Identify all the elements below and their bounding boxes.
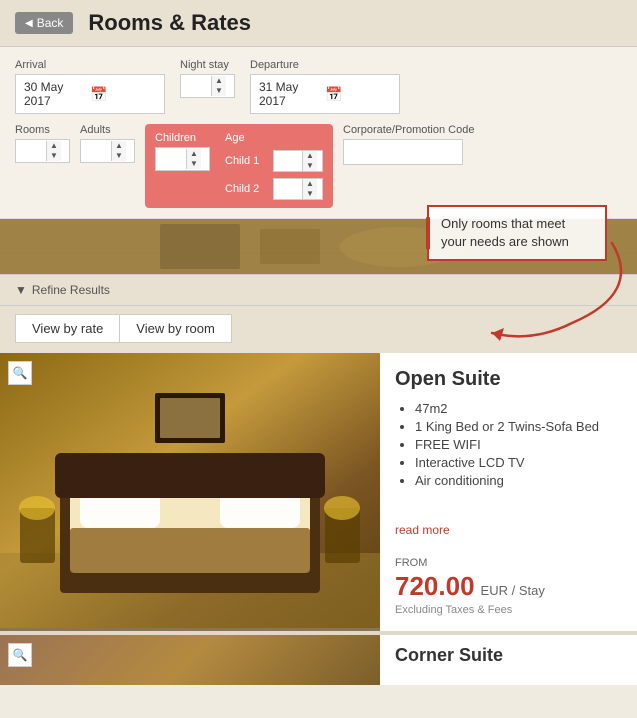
arrival-group: Arrival 30 May 2017 📅 [15, 59, 165, 114]
adults-down[interactable]: ▼ [112, 151, 126, 161]
arrival-value: 30 May 2017 [24, 80, 90, 108]
departure-value: 31 May 2017 [259, 80, 325, 108]
arrival-input[interactable]: 30 May 2017 📅 [15, 74, 165, 114]
rooms-section: 🔍 Open Suite 47m2 1 King Bed or 2 Twins-… [0, 353, 637, 685]
night-stay-arrows: ▲ ▼ [211, 76, 226, 96]
child1-age-input[interactable]: 10 [274, 151, 302, 171]
corner-suite-zoom-icon[interactable]: 🔍 [8, 643, 32, 667]
children-down[interactable]: ▼ [187, 159, 201, 169]
open-suite-info: Open Suite 47m2 1 King Bed or 2 Twins-So… [380, 353, 637, 631]
rooms-up[interactable]: ▲ [47, 141, 61, 151]
child2-age-spinner[interactable]: 4 ▲ ▼ [273, 178, 323, 200]
view-by-rate-button[interactable]: View by rate [15, 314, 119, 343]
corner-suite-info: Corner Suite [380, 635, 637, 685]
adults-input[interactable]: 2 [81, 140, 111, 162]
child2-age-input[interactable]: 4 [274, 179, 302, 199]
rooms-group: Rooms 1 ▲ ▼ [15, 124, 70, 163]
room-card-corner-suite: 🔍 Corner Suite [0, 634, 637, 685]
adults-arrows: ▲ ▼ [111, 141, 126, 161]
form-row-dates: Arrival 30 May 2017 📅 Night stay 1 ▲ ▼ D… [15, 59, 622, 114]
adults-spinner[interactable]: 2 ▲ ▼ [80, 139, 135, 163]
view-buttons-bar: View by rate View by room [0, 306, 637, 353]
header: Back Rooms & Rates [0, 0, 637, 47]
rooms-arrows: ▲ ▼ [46, 141, 61, 161]
child1-age-spinner[interactable]: 10 ▲ ▼ [273, 150, 323, 172]
open-suite-image-container: 🔍 [0, 353, 380, 631]
age-label: Age [225, 132, 323, 144]
night-stay-input[interactable]: 1 [181, 75, 211, 97]
rooms-label: Rooms [15, 124, 70, 136]
tooltip-box: Only rooms that meet your needs are show… [427, 205, 607, 261]
child1-label: Child 1 [225, 155, 265, 167]
refine-icon: ▼ [15, 283, 27, 297]
child1-age-down[interactable]: ▼ [303, 161, 317, 171]
rooms-input[interactable]: 1 [16, 140, 46, 162]
page-title: Rooms & Rates [88, 10, 251, 36]
night-stay-up[interactable]: ▲ [212, 76, 226, 86]
refine-section[interactable]: ▼ Refine Results [0, 274, 637, 306]
open-suite-name: Open Suite [395, 368, 622, 391]
child1-row: Child 1 10 ▲ ▼ [225, 150, 323, 172]
open-suite-pricing: FROM 720.00 EUR / Stay Excluding Taxes &… [395, 557, 622, 616]
child2-age-down[interactable]: ▼ [303, 189, 317, 199]
feature-tv: Interactive LCD TV [415, 455, 622, 470]
promo-group: Corporate/Promotion Code [343, 124, 622, 165]
room-card-open-suite: 🔍 Open Suite 47m2 1 King Bed or 2 Twins-… [0, 353, 637, 634]
feature-ac: Air conditioning [415, 473, 622, 488]
child2-age-up[interactable]: ▲ [303, 179, 317, 189]
view-by-room-button[interactable]: View by room [119, 314, 232, 343]
child2-label: Child 2 [225, 183, 265, 195]
children-arrows: ▲ ▼ [186, 149, 201, 169]
tooltip-text: Only rooms that meet your needs are show… [441, 216, 569, 249]
children-input[interactable]: 2 [156, 148, 186, 170]
child1-arrows: ▲ ▼ [302, 151, 317, 171]
child1-age-up[interactable]: ▲ [303, 151, 317, 161]
price-note: Excluding Taxes & Fees [395, 604, 622, 616]
calendar-icon: 📅 [90, 86, 156, 103]
promo-input[interactable] [343, 139, 463, 165]
departure-group: Departure 31 May 2017 📅 [250, 59, 622, 114]
open-suite-image-svg [0, 353, 380, 628]
adults-group: Adults 2 ▲ ▼ [80, 124, 135, 163]
child-ages-section: Age Child 1 10 ▲ ▼ [225, 132, 323, 200]
departure-input[interactable]: 31 May 2017 📅 [250, 74, 400, 114]
from-label: FROM [395, 557, 622, 569]
feature-bed: 1 King Bed or 2 Twins-Sofa Bed [415, 419, 622, 434]
back-button[interactable]: Back [15, 12, 73, 34]
open-suite-read-more[interactable]: read more [395, 523, 622, 537]
children-count-group: Children 2 ▲ ▼ [155, 132, 210, 200]
night-stay-spinner[interactable]: 1 ▲ ▼ [180, 74, 235, 98]
feature-wifi: FREE WIFI [415, 437, 622, 452]
departure-label: Departure [250, 59, 622, 71]
price-amount: 720.00 [395, 571, 475, 602]
rooms-spinner[interactable]: 1 ▲ ▼ [15, 139, 70, 163]
form-row-guests: Rooms 1 ▲ ▼ Adults 2 ▲ ▼ [15, 124, 622, 208]
night-stay-label: Night stay [180, 59, 235, 71]
rooms-down[interactable]: ▼ [47, 151, 61, 161]
departure-calendar-icon: 📅 [325, 86, 391, 103]
children-label: Children [155, 132, 210, 144]
children-up[interactable]: ▲ [187, 149, 201, 159]
children-area: Children 2 ▲ ▼ Age Child 1 [145, 124, 333, 208]
price-currency: EUR / Stay [481, 583, 545, 598]
corner-suite-name: Corner Suite [395, 645, 622, 666]
refine-label: Refine Results [32, 283, 110, 297]
arrival-label: Arrival [15, 59, 165, 71]
back-label: Back [37, 16, 64, 30]
open-suite-zoom-icon[interactable]: 🔍 [8, 361, 32, 385]
feature-size: 47m2 [415, 401, 622, 416]
adults-label: Adults [80, 124, 135, 136]
promo-label: Corporate/Promotion Code [343, 124, 622, 136]
children-spinner[interactable]: 2 ▲ ▼ [155, 147, 210, 171]
child2-row: Child 2 4 ▲ ▼ [225, 178, 323, 200]
price-line: 720.00 EUR / Stay [395, 571, 622, 602]
corner-suite-image: 🔍 [0, 635, 380, 685]
open-suite-features: 47m2 1 King Bed or 2 Twins-Sofa Bed FREE… [395, 401, 622, 513]
night-stay-down[interactable]: ▼ [212, 86, 226, 96]
adults-up[interactable]: ▲ [112, 141, 126, 151]
form-section: Arrival 30 May 2017 📅 Night stay 1 ▲ ▼ D… [0, 47, 637, 219]
night-stay-group: Night stay 1 ▲ ▼ [180, 59, 235, 114]
child2-arrows: ▲ ▼ [302, 179, 317, 199]
